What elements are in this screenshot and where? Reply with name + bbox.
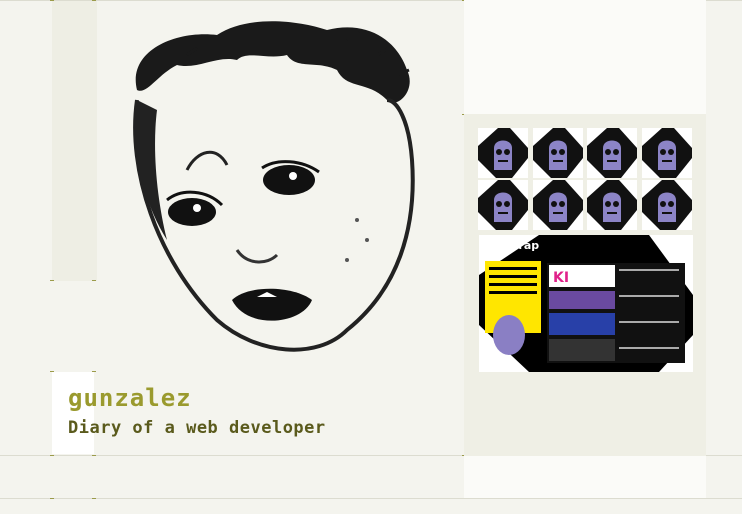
- portfolio-thumbnail[interactable]: [641, 128, 692, 178]
- corner-tick: [92, 280, 96, 281]
- baby-face-illustration: [133, 21, 415, 352]
- portfolio-screenshot[interactable]: Firetrap KI: [479, 235, 693, 372]
- corner-tick: [50, 498, 54, 499]
- mask-avatar-icon: [641, 128, 692, 178]
- divider-line: [0, 498, 742, 499]
- portfolio-thumbnail[interactable]: [478, 180, 528, 230]
- portfolio-thumbnail[interactable]: [478, 128, 528, 178]
- portfolio-thumbnail[interactable]: [532, 180, 583, 230]
- mask-avatar-icon: [532, 180, 583, 230]
- site-tagline: Diary of a web developer: [68, 418, 326, 438]
- sidebar-footer: [464, 456, 706, 498]
- screenshot-logo: KI: [553, 270, 569, 286]
- corner-tick: [92, 0, 96, 1]
- firetrap-site-preview: Firetrap KI: [479, 235, 693, 372]
- screenshot-brand: Firetrap: [489, 239, 539, 252]
- portfolio-thumbnail[interactable]: [641, 180, 692, 230]
- mask-avatar-icon: [587, 180, 637, 230]
- mask-avatar-icon: [478, 180, 528, 230]
- portfolio-thumbnail[interactable]: [587, 180, 637, 230]
- mask-avatar-icon: [641, 180, 692, 230]
- corner-tick: [50, 280, 54, 281]
- corner-tick: [50, 0, 54, 1]
- left-gutter: [52, 0, 97, 281]
- mask-avatar-icon: [532, 128, 583, 178]
- header-portrait-image: [97, 0, 463, 372]
- portfolio-thumbnail[interactable]: [587, 128, 637, 178]
- portfolio-thumbnail[interactable]: [532, 128, 583, 178]
- mask-avatar-icon: [478, 128, 528, 178]
- corner-tick: [92, 455, 96, 456]
- sidebar-header: [464, 0, 706, 114]
- corner-tick: [50, 455, 54, 456]
- site-name[interactable]: gunzalez: [68, 384, 192, 412]
- mask-avatar-icon: [587, 128, 637, 178]
- corner-tick: [92, 498, 96, 499]
